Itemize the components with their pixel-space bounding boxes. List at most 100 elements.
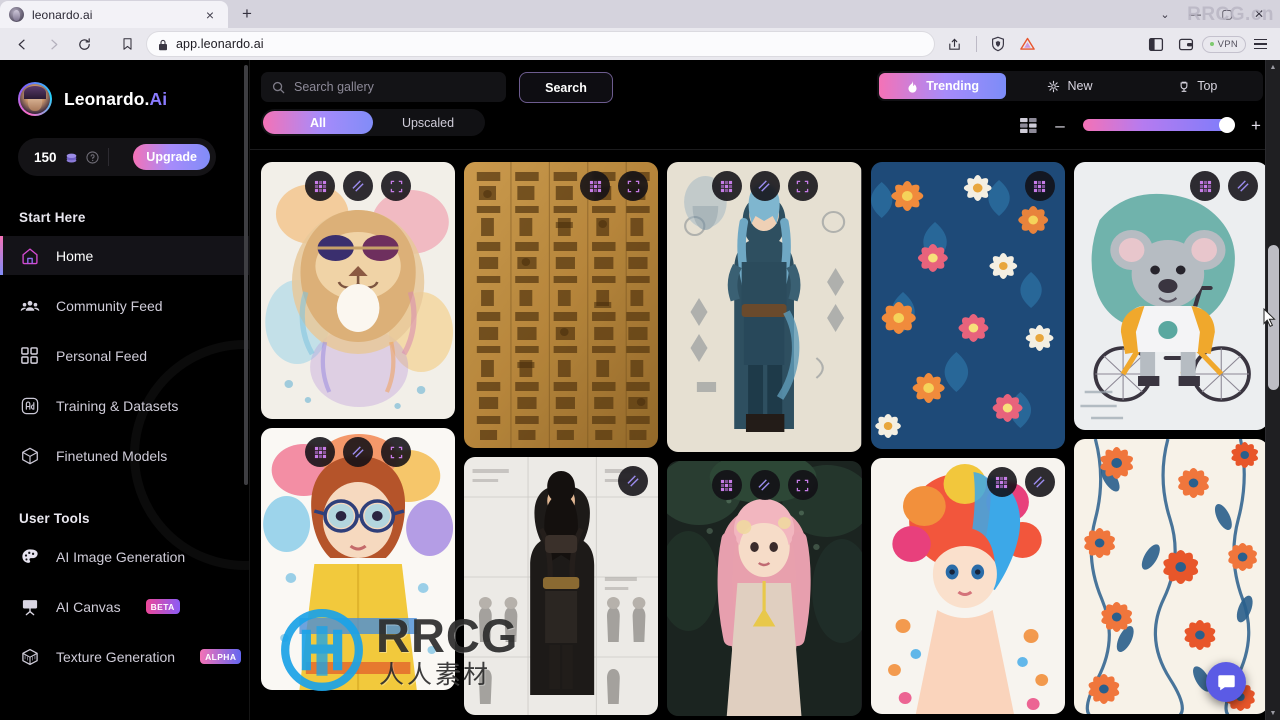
tab-strip: leonardo.ai × + ⌄ — ▢ ✕ xyxy=(0,0,1280,28)
sidebar-item-ai-canvas[interactable]: AI Canvas BETA xyxy=(0,587,249,626)
gallery-column xyxy=(261,162,456,716)
main-content: Search All Upscaled Trending xyxy=(250,60,1280,720)
expand-icon-button[interactable] xyxy=(618,171,649,201)
chat-bubble-button[interactable] xyxy=(1206,662,1246,702)
gallery-card-koala-bicycle[interactable] xyxy=(1073,162,1269,430)
tab-search-chevron-down-icon[interactable]: ⌄ xyxy=(1152,1,1178,27)
expand-icon-button[interactable] xyxy=(381,171,412,201)
reload-icon[interactable] xyxy=(70,31,98,57)
gallery-toolbar: Search All Upscaled Trending xyxy=(250,60,1280,150)
variations-icon-button[interactable] xyxy=(1024,467,1055,497)
upgrade-button[interactable]: Upgrade xyxy=(133,144,210,170)
expand-icon-button[interactable] xyxy=(381,437,412,467)
search-field-wrapper[interactable] xyxy=(261,72,506,102)
gallery-card-floral-pattern-blue[interactable] xyxy=(870,162,1065,449)
remix-icon-button[interactable] xyxy=(711,470,742,500)
share-icon[interactable] xyxy=(941,31,969,57)
card-action-bar xyxy=(464,171,658,201)
close-window-button[interactable]: ✕ xyxy=(1244,1,1274,27)
gallery-card-girl-glasses-colorful[interactable] xyxy=(261,428,456,690)
gallery-card-lion-watercolor[interactable] xyxy=(261,162,456,419)
zoom-slider[interactable] xyxy=(1083,117,1235,133)
sidebar-item-ai-image-generation[interactable]: AI Image Generation xyxy=(0,537,249,576)
variations-icon-button[interactable] xyxy=(749,470,780,500)
sparkle-icon xyxy=(1047,80,1060,93)
tab-new[interactable]: New xyxy=(1006,73,1133,99)
brave-shield-icon[interactable] xyxy=(984,31,1012,57)
sidebar-section-start-here: Start Here xyxy=(19,210,86,225)
brand-logo-row[interactable]: Leonardo.Ai xyxy=(0,60,249,116)
tab-trending[interactable]: Trending xyxy=(879,73,1007,99)
search-button[interactable]: Search xyxy=(519,72,613,103)
variations-icon-button[interactable] xyxy=(1228,171,1259,201)
scroll-up-arrow-icon[interactable]: ▲ xyxy=(1266,60,1280,74)
remix-icon-button[interactable] xyxy=(1024,171,1055,201)
remix-icon-button[interactable] xyxy=(1190,171,1221,201)
variations-icon-button[interactable] xyxy=(749,171,780,201)
search-input[interactable] xyxy=(294,80,495,94)
sidebar-item-home[interactable]: Home xyxy=(0,236,249,275)
expand-icon-button[interactable] xyxy=(787,171,818,201)
gallery-card-rainbow-hair-girl[interactable] xyxy=(870,458,1065,714)
toolbar-divider xyxy=(975,36,977,52)
sidebar-item-label: AI Image Generation xyxy=(56,548,186,565)
gallery-card-warrior-character-sheet[interactable] xyxy=(464,457,659,715)
browser-tab[interactable]: leonardo.ai × xyxy=(0,1,228,28)
new-tab-button[interactable]: + xyxy=(233,2,261,26)
remix-icon-button[interactable] xyxy=(986,467,1017,497)
remix-icon-button[interactable] xyxy=(305,171,336,201)
people-icon xyxy=(19,295,40,316)
sidebar-item-community-feed[interactable]: Community Feed xyxy=(0,286,249,325)
sort-label: Top xyxy=(1197,79,1218,93)
tab-all[interactable]: All xyxy=(263,111,373,134)
expand-icon-button[interactable] xyxy=(787,470,818,500)
sidebar-item-label: Texture Generation xyxy=(56,648,176,665)
forward-icon xyxy=(39,31,67,57)
gallery-card-pink-hair-fairy[interactable] xyxy=(667,461,862,716)
variations-icon-button[interactable] xyxy=(343,171,374,201)
tab-upscaled[interactable]: Upscaled xyxy=(373,111,483,134)
texture-cube-icon xyxy=(19,646,40,667)
card-action-bar xyxy=(871,467,1065,497)
page-scrollbar[interactable]: ▲ ▼ xyxy=(1265,60,1280,720)
trophy-icon xyxy=(1177,80,1190,93)
remix-icon-button[interactable] xyxy=(711,171,742,201)
hamburger-menu-icon[interactable] xyxy=(1248,32,1272,56)
vpn-status-dot xyxy=(1209,42,1214,46)
zoom-in-button[interactable]: + xyxy=(1249,117,1263,134)
scroll-down-arrow-icon[interactable]: ▼ xyxy=(1266,706,1280,720)
sidebar-item-finetuned-models[interactable]: Finetuned Models xyxy=(0,436,249,475)
gallery-card-egyptian-hieroglyphs[interactable] xyxy=(464,162,659,448)
help-circle-icon[interactable] xyxy=(85,150,99,164)
sidebar-item-personal-feed[interactable]: Personal Feed xyxy=(0,336,249,375)
gallery-column xyxy=(870,162,1065,716)
wallet-icon[interactable] xyxy=(1172,31,1200,57)
maximize-button[interactable]: ▢ xyxy=(1212,1,1242,27)
remix-icon-button[interactable] xyxy=(305,437,336,467)
page-scrollbar-thumb[interactable] xyxy=(1268,245,1279,390)
bookmark-icon[interactable] xyxy=(114,31,140,57)
sidebar-item-training-datasets[interactable]: Training & Datasets xyxy=(0,386,249,425)
sidebar-item-label: Finetuned Models xyxy=(56,447,168,464)
back-icon[interactable] xyxy=(8,31,36,57)
variations-icon-button[interactable] xyxy=(618,466,649,496)
address-bar[interactable]: app.leonardo.ai xyxy=(147,32,934,56)
tab-title: leonardo.ai xyxy=(32,7,93,22)
close-tab-button[interactable]: × xyxy=(201,6,219,24)
grid-density-icon[interactable] xyxy=(1020,117,1037,133)
remix-icon-button[interactable] xyxy=(580,171,611,201)
variations-icon-button[interactable] xyxy=(343,437,374,467)
tab-top[interactable]: Top xyxy=(1134,73,1261,99)
vpn-label: VPN xyxy=(1217,38,1238,50)
zoom-slider-knob[interactable] xyxy=(1219,117,1235,133)
card-action-bar xyxy=(1074,171,1268,201)
leonardo-avatar-icon xyxy=(18,82,52,116)
sidebar-scrollbar[interactable] xyxy=(244,65,248,485)
sidebar-panel-icon[interactable] xyxy=(1142,31,1170,57)
zoom-out-button[interactable]: – xyxy=(1053,117,1067,134)
vpn-button[interactable]: VPN xyxy=(1201,35,1246,53)
minimize-button[interactable]: — xyxy=(1180,1,1210,27)
brave-leo-icon[interactable] xyxy=(1014,31,1042,57)
sidebar-item-texture-generation[interactable]: Texture Generation ALPHA xyxy=(0,637,249,676)
gallery-card-blue-hair-warrior[interactable] xyxy=(667,162,862,452)
